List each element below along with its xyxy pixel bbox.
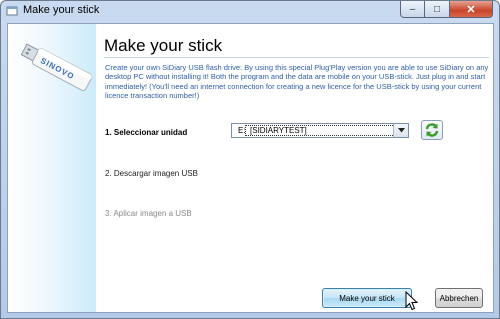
cancel-button[interactable]: Abbrechen [435, 288, 483, 308]
step-select-drive: 1. Seleccionar unidad [105, 128, 188, 137]
minimize-button[interactable]: – [400, 1, 425, 18]
make-your-stick-button[interactable]: Make your stick [322, 288, 412, 308]
dialog-content: SINOVO Make your stick Create your own S… [7, 23, 494, 313]
close-button[interactable]: ✕ [450, 1, 493, 18]
mouse-cursor-icon [405, 291, 419, 311]
refresh-icon [425, 123, 439, 137]
window: Make your stick – □ ✕ SINOVO Make your s… [0, 0, 500, 319]
close-icon: ✕ [466, 3, 476, 16]
drive-select-value: E: [SIDIARYTEST] [238, 126, 307, 135]
description-text: Create your own SiDiary USB flash drive:… [105, 63, 489, 101]
step-download-image: 2. Descargar imagen USB [105, 169, 198, 178]
page-title: Make your stick [104, 36, 223, 55]
dropdown-arrow-button[interactable] [393, 124, 408, 137]
drive-select[interactable]: E: [SIDIARYTEST] [231, 123, 409, 138]
maximize-button[interactable]: □ [425, 1, 450, 18]
maximize-icon: □ [433, 3, 441, 15]
sidebar: SINOVO [8, 24, 96, 312]
minimize-icon: – [409, 3, 416, 15]
title-divider [104, 57, 489, 58]
title-bar[interactable]: Make your stick – □ ✕ [1, 1, 499, 21]
chevron-down-icon [397, 128, 405, 133]
usb-stick-icon: SINOVO [20, 43, 93, 91]
refresh-button[interactable] [421, 120, 443, 140]
step-apply-image: 3. Aplicar imagen a USB [105, 209, 192, 218]
app-icon [6, 6, 18, 16]
window-title: Make your stick [23, 4, 100, 16]
